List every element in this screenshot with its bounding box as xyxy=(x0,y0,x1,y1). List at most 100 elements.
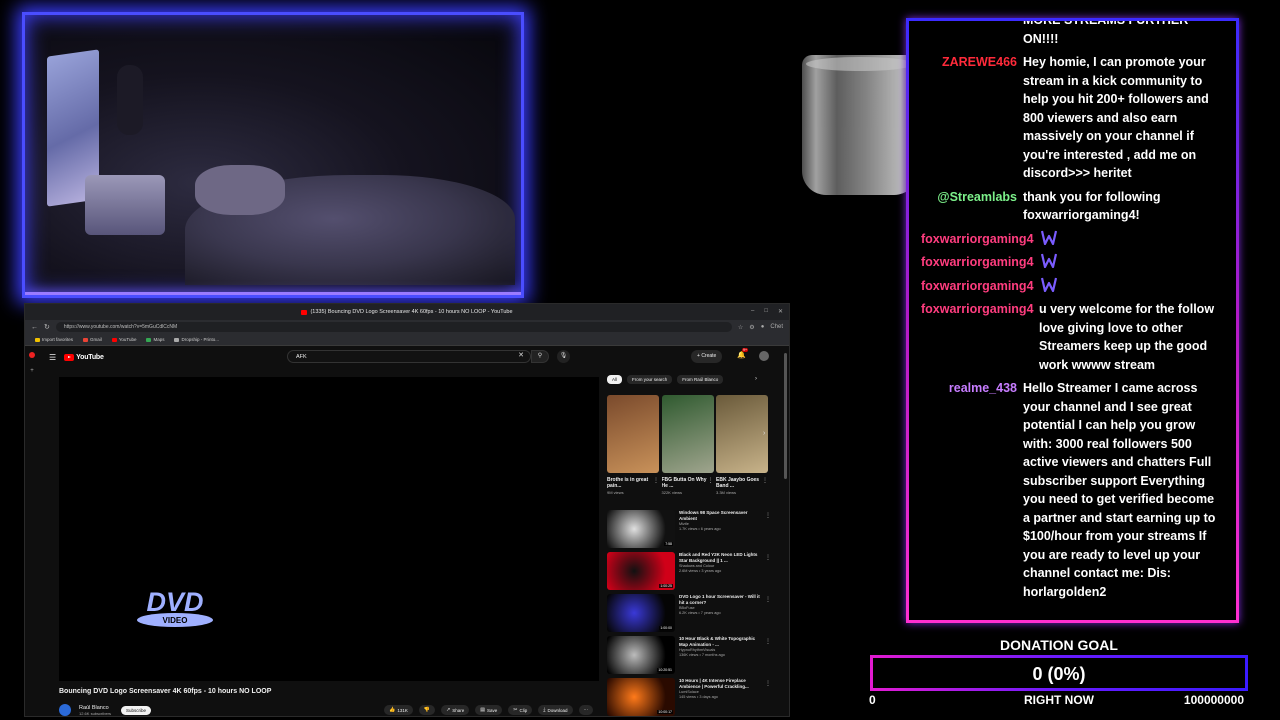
chat-username[interactable]: realme_438 xyxy=(921,379,1017,601)
bookmark-label: Gmail xyxy=(90,337,102,342)
record-icon[interactable] xyxy=(29,352,35,358)
bookmark-favicon-icon xyxy=(83,337,89,342)
account-avatar[interactable] xyxy=(759,351,769,361)
bookmark-favicon-icon xyxy=(146,337,152,342)
filter-chip[interactable]: From Raúl Blanco xyxy=(677,375,724,384)
maximize-icon[interactable]: □ xyxy=(764,308,768,315)
bookmark-item[interactable]: Gmail xyxy=(83,337,102,342)
subscribe-button[interactable]: Subscribe xyxy=(121,705,152,715)
chat-username[interactable]: foxwarriorgaming4 xyxy=(921,277,1034,296)
short-item[interactable]: Brothe is in great pain... 9M views ⋮ xyxy=(607,395,659,495)
more-vert-icon[interactable]: ⋮ xyxy=(708,477,714,484)
youtube-page: + ☰ YouTube AFK ✕ ⚲ 🎙 + Create 🔔 9+ DVD VI… xyxy=(25,347,789,716)
more-vert-icon[interactable]: ⋮ xyxy=(765,638,771,645)
notifications-button[interactable]: 🔔 9+ xyxy=(737,348,748,359)
video-title: Bouncing DVD Logo Screensaver 4K 60fps -… xyxy=(59,688,272,695)
chat-username[interactable]: ZAREWE466 xyxy=(921,53,1017,183)
filter-chip[interactable]: All xyxy=(607,375,623,384)
clear-search-icon[interactable]: ✕ xyxy=(518,352,524,360)
video-thumbnail[interactable]: 10:20:51 xyxy=(607,636,675,674)
back-icon[interactable]: ← xyxy=(31,324,38,331)
short-item[interactable]: EBK Jaaybo Goes Band ... 3.3M views ⋮ xyxy=(716,395,768,495)
short-thumbnail[interactable] xyxy=(607,395,659,473)
shorts-next-icon[interactable]: › xyxy=(763,430,765,437)
chip-next-icon[interactable]: › xyxy=(755,376,757,382)
dislike-button[interactable]: 👎 xyxy=(418,705,436,715)
laundry-pile xyxy=(85,175,165,235)
chat-message: foxwarriorgaming4 xyxy=(921,230,1220,249)
scrollbar[interactable] xyxy=(784,353,787,479)
video-title[interactable]: DVD Logo 1 hour Screensaver - Will it hi… xyxy=(679,594,763,606)
more-actions-button[interactable]: ⋯ xyxy=(578,705,593,715)
download-icon: ⤓ xyxy=(543,707,546,713)
share-icon: ↗ xyxy=(446,707,451,713)
bookmark-icon: ▤ xyxy=(480,707,486,713)
share-button[interactable]: ↗ Share xyxy=(441,705,470,715)
close-icon[interactable]: ✕ xyxy=(778,308,783,315)
video-stats: 145 views • 3 days ago xyxy=(679,695,718,699)
more-vert-icon[interactable]: ⋮ xyxy=(765,680,771,687)
save-button[interactable]: ▤ Save xyxy=(475,705,503,715)
star-icon[interactable]: ☆ xyxy=(738,324,743,331)
search-input[interactable]: AFK ✕ xyxy=(287,350,531,363)
recommended-video[interactable]: 1:00:25 Black and Red Y2K Neon LED Lights… xyxy=(607,552,771,593)
chat-text xyxy=(1033,277,1058,296)
profile-avatar[interactable]: ● xyxy=(761,324,765,330)
more-vert-icon[interactable]: ⋮ xyxy=(765,512,771,519)
clip-button[interactable]: ✂ Clip xyxy=(508,705,533,715)
bookmark-item[interactable]: Maps xyxy=(146,337,164,342)
video-thumbnail[interactable]: 1:00:25 xyxy=(607,552,675,590)
menu-icon[interactable]: ☰ xyxy=(49,353,56,362)
window-controls: – □ ✕ xyxy=(751,308,783,315)
youtube-logo[interactable]: YouTube xyxy=(64,353,104,361)
video-stats: 6.2K views • 7 years ago xyxy=(679,611,721,615)
download-button[interactable]: ⤓ Download xyxy=(538,705,573,715)
add-icon[interactable]: + xyxy=(30,368,34,374)
create-button[interactable]: + Create xyxy=(691,350,723,363)
minimize-icon[interactable]: – xyxy=(751,308,754,315)
video-thumbnail[interactable]: 10:00:17 xyxy=(607,678,675,716)
webcam-frame xyxy=(22,12,524,298)
chat-username[interactable]: foxwarriorgaming4 xyxy=(921,300,1034,374)
more-vert-icon[interactable]: ⋮ xyxy=(765,554,771,561)
chat-username[interactable]: foxwarriorgaming4 xyxy=(921,253,1034,272)
search-button[interactable]: ⚲ xyxy=(531,350,549,363)
chat-username[interactable] xyxy=(921,21,1017,48)
extensions-icon[interactable]: ⚙ xyxy=(749,324,754,331)
more-vert-icon[interactable]: ⋮ xyxy=(653,477,659,484)
video-meta: Black and Red Y2K Neon LED Lights Star B… xyxy=(679,552,763,593)
short-item[interactable]: FBG Butta On Why He ... 322K views ⋮ xyxy=(661,395,714,495)
recommended-video[interactable]: 10:00:17 10 Hours | 4K Intense Fireplace … xyxy=(607,678,771,716)
reload-icon[interactable]: ↻ xyxy=(44,323,50,331)
url-field[interactable]: https://www.youtube.com/watch?v=5mGuCdlC… xyxy=(55,322,732,332)
recommended-video[interactable]: 10:20:51 10 Hour Black & White Topographi… xyxy=(607,636,771,677)
filter-chip[interactable]: From your search xyxy=(627,375,673,384)
video-thumbnail[interactable]: 7:58 xyxy=(607,510,675,548)
video-title[interactable]: 10 Hours | 4K Intense Fireplace Ambience… xyxy=(679,678,763,690)
more-vert-icon[interactable]: ⋮ xyxy=(762,477,768,484)
video-title[interactable]: Windows 98 Space Screensaver Ambient xyxy=(679,510,763,522)
more-vert-icon[interactable]: ⋮ xyxy=(765,596,771,603)
video-thumbnail[interactable]: 1:00:00 xyxy=(607,594,675,632)
browser-window: (1335) Bouncing DVD Logo Screensaver 4K … xyxy=(24,303,790,717)
voice-search-button[interactable]: 🎙 xyxy=(557,350,570,363)
video-title[interactable]: 10 Hour Black & White Topographic Map An… xyxy=(679,636,763,648)
video-duration: 10:00:17 xyxy=(657,710,673,714)
recommended-video[interactable]: 1:00:00 DVD Logo 1 hour Screensaver - Wil… xyxy=(607,594,771,635)
recommended-video[interactable]: 7:58 Windows 98 Space Screensaver Ambient… xyxy=(607,510,771,551)
bookmark-item[interactable]: YouTube xyxy=(111,337,136,342)
video-title[interactable]: Black and Red Y2K Neon LED Lights Star B… xyxy=(679,552,763,564)
profile-label[interactable]: Chet xyxy=(770,324,783,330)
bookmark-item[interactable]: Dropship - Printo... xyxy=(174,337,219,342)
channel-name[interactable]: Raúl Blanco xyxy=(79,705,111,711)
chat-username[interactable]: @Streamlabs xyxy=(921,188,1017,225)
like-button[interactable]: 👍 131K xyxy=(384,705,413,715)
tab-title[interactable]: (1335) Bouncing DVD Logo Screensaver 4K … xyxy=(310,309,512,315)
bookmark-item[interactable]: Import favorites xyxy=(35,337,73,342)
donation-progress-bar: 0 (0%) xyxy=(870,655,1248,691)
channel-avatar[interactable] xyxy=(59,704,71,716)
short-thumbnail[interactable] xyxy=(661,395,714,473)
short-thumbnail[interactable] xyxy=(716,395,768,473)
chat-username[interactable]: foxwarriorgaming4 xyxy=(921,230,1034,249)
video-player[interactable]: DVD VIDEO xyxy=(59,377,599,681)
